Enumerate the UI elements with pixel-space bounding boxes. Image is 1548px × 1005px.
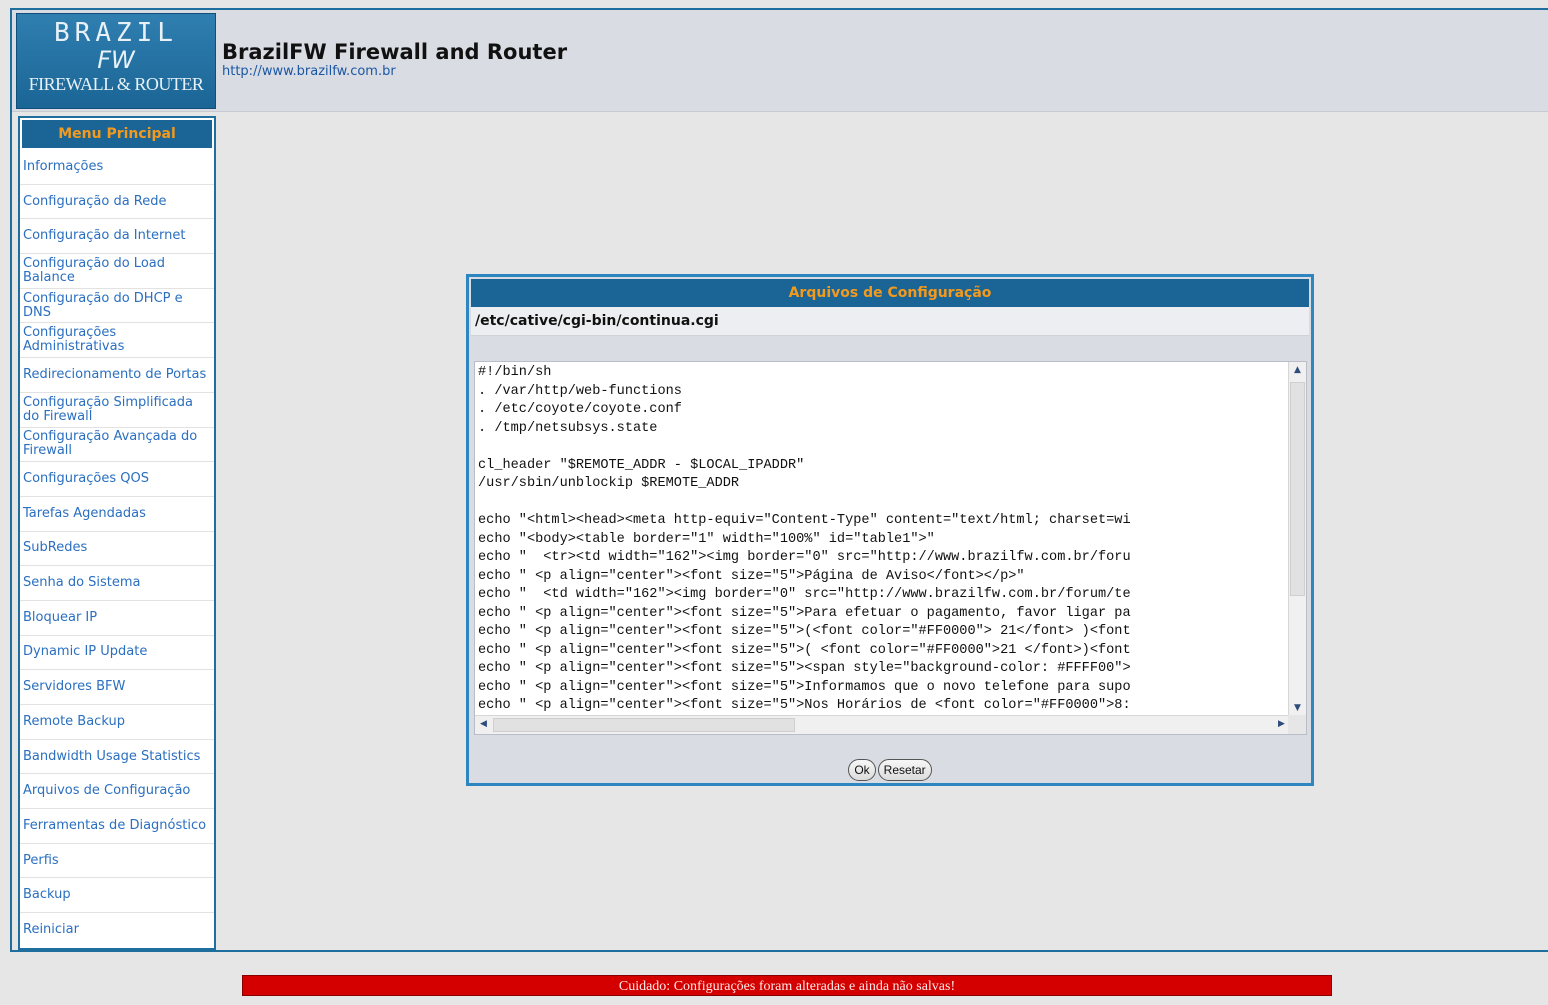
scroll-up-arrow-icon[interactable]: ▲	[1289, 362, 1306, 378]
menu-item-label: Informações	[23, 158, 104, 174]
menu-item-remote-backup[interactable]: Remote Backup	[20, 705, 214, 740]
logo-text-firewall-router: FIREWALL & ROUTER	[28, 74, 204, 94]
menu-item-label: Configuração da Internet	[23, 228, 186, 244]
reset-button[interactable]: Resetar	[877, 759, 932, 781]
menu-item-label: Configuração Simplificada do Firewall	[23, 394, 193, 424]
logo-text-fw: FW	[97, 46, 135, 74]
dialog-buttons: Ok Resetar	[469, 759, 1311, 781]
menu-item-firewall-avancada[interactable]: Configuração Avançada do Firewall	[20, 428, 214, 463]
menu-item-label: Backup	[23, 887, 71, 903]
menu-item-backup[interactable]: Backup	[20, 878, 214, 914]
menu-item-informacoes[interactable]: Informações	[20, 150, 214, 185]
unsaved-changes-warning: Cuidado: Configurações foram alteradas e…	[242, 975, 1332, 996]
menu-item-config-administrativas[interactable]: Configurações Administrativas	[20, 323, 214, 359]
main-menu: Menu Principal Informações Configuração …	[18, 116, 216, 950]
menu-item-config-internet[interactable]: Configuração da Internet	[20, 219, 214, 255]
ok-button[interactable]: Ok	[848, 759, 876, 781]
menu-item-label: Configurações Administrativas	[23, 325, 125, 355]
menu-item-servidores-bfw[interactable]: Servidores BFW	[20, 670, 214, 705]
menu-item-label: Configuração da Rede	[23, 193, 167, 209]
menu-item-label: Perfis	[23, 852, 59, 868]
menu-item-config-load-balance[interactable]: Configuração do Load Balance	[20, 254, 214, 289]
menu-item-label: Dynamic IP Update	[23, 644, 148, 660]
menu-item-bloquear-ip[interactable]: Bloquear IP	[20, 601, 214, 636]
scrollbar-corner	[1288, 715, 1306, 734]
menu-item-label: Servidores BFW	[23, 679, 126, 695]
file-path: /etc/cative/cgi-bin/continua.cgi	[471, 307, 1309, 336]
menu-item-ferramentas-diagnostico[interactable]: Ferramentas de Diagnóstico	[20, 809, 214, 844]
menu-item-label: Configuração do Load Balance	[23, 255, 165, 285]
file-content-textarea[interactable]: #!/bin/sh . /var/http/web-functions . /e…	[474, 361, 1307, 735]
menu-item-label: Redirecionamento de Portas	[23, 366, 207, 382]
menu-item-config-dhcp-dns[interactable]: Configuração do DHCP e DNS	[20, 289, 214, 324]
menu-item-bandwidth-stats[interactable]: Bandwidth Usage Statistics	[20, 740, 214, 775]
menu-item-reiniciar[interactable]: Reiniciar	[20, 913, 214, 948]
menu-item-label: Configuração Avançada do Firewall	[23, 429, 198, 459]
menu-item-label: Bandwidth Usage Statistics	[23, 748, 201, 764]
menu-item-label: SubRedes	[23, 540, 88, 556]
vertical-scroll-thumb[interactable]	[1290, 382, 1305, 596]
scroll-down-arrow-icon[interactable]: ▼	[1289, 700, 1306, 716]
vertical-scrollbar[interactable]: ▲ ▼	[1288, 362, 1306, 716]
menu-item-label: Senha do Sistema	[23, 575, 141, 591]
title-block: BrazilFW Firewall and Router http://www.…	[222, 40, 567, 79]
menu-item-subredes[interactable]: SubRedes	[20, 532, 214, 567]
menu-item-label: Arquivos de Configuração	[23, 783, 191, 799]
menu-heading: Menu Principal	[22, 120, 212, 148]
app-title: BrazilFW Firewall and Router	[222, 40, 568, 64]
horizontal-scrollbar[interactable]: ◀ ▶	[475, 715, 1290, 734]
menu-item-label: Configuração do DHCP e DNS	[23, 290, 183, 320]
brazilfw-logo: BRAZIL FW FIREWALL & ROUTER	[16, 13, 216, 109]
app-url-link[interactable]: http://www.brazilfw.com.br	[222, 64, 567, 79]
menu-item-label: Reiniciar	[23, 922, 79, 938]
menu-item-dynamic-ip[interactable]: Dynamic IP Update	[20, 636, 214, 671]
menu-item-qos[interactable]: Configurações QOS	[20, 462, 214, 497]
header: BRAZIL FW FIREWALL & ROUTER BrazilFW Fir…	[12, 10, 1548, 112]
logo-text-brazil: BRAZIL	[54, 18, 178, 48]
menu-item-perfis[interactable]: Perfis	[20, 844, 214, 879]
menu-item-senha-sistema[interactable]: Senha do Sistema	[20, 566, 214, 601]
menu-item-label: Configurações QOS	[23, 471, 149, 487]
menu-item-tarefas-agendadas[interactable]: Tarefas Agendadas	[20, 497, 214, 532]
menu-item-arquivos-config[interactable]: Arquivos de Configuração	[20, 774, 214, 810]
menu-item-label: Tarefas Agendadas	[23, 505, 146, 521]
dialog-title: Arquivos de Configuração	[471, 279, 1309, 307]
menu-item-redirecionamento-portas[interactable]: Redirecionamento de Portas	[20, 358, 214, 393]
menu-item-label: Ferramentas de Diagnóstico	[23, 817, 207, 833]
menu-item-label: Bloquear IP	[23, 609, 98, 625]
file-content-text[interactable]: #!/bin/sh . /var/http/web-functions . /e…	[478, 364, 1286, 714]
menu-item-firewall-simplificada[interactable]: Configuração Simplificada do Firewall	[20, 393, 214, 428]
scroll-left-arrow-icon[interactable]: ◀	[475, 716, 492, 733]
horizontal-scroll-thumb[interactable]	[493, 718, 795, 732]
menu-item-config-rede[interactable]: Configuração da Rede	[20, 185, 214, 220]
config-files-dialog: Arquivos de Configuração /etc/cative/cgi…	[466, 274, 1314, 786]
menu-item-label: Remote Backup	[23, 713, 125, 729]
